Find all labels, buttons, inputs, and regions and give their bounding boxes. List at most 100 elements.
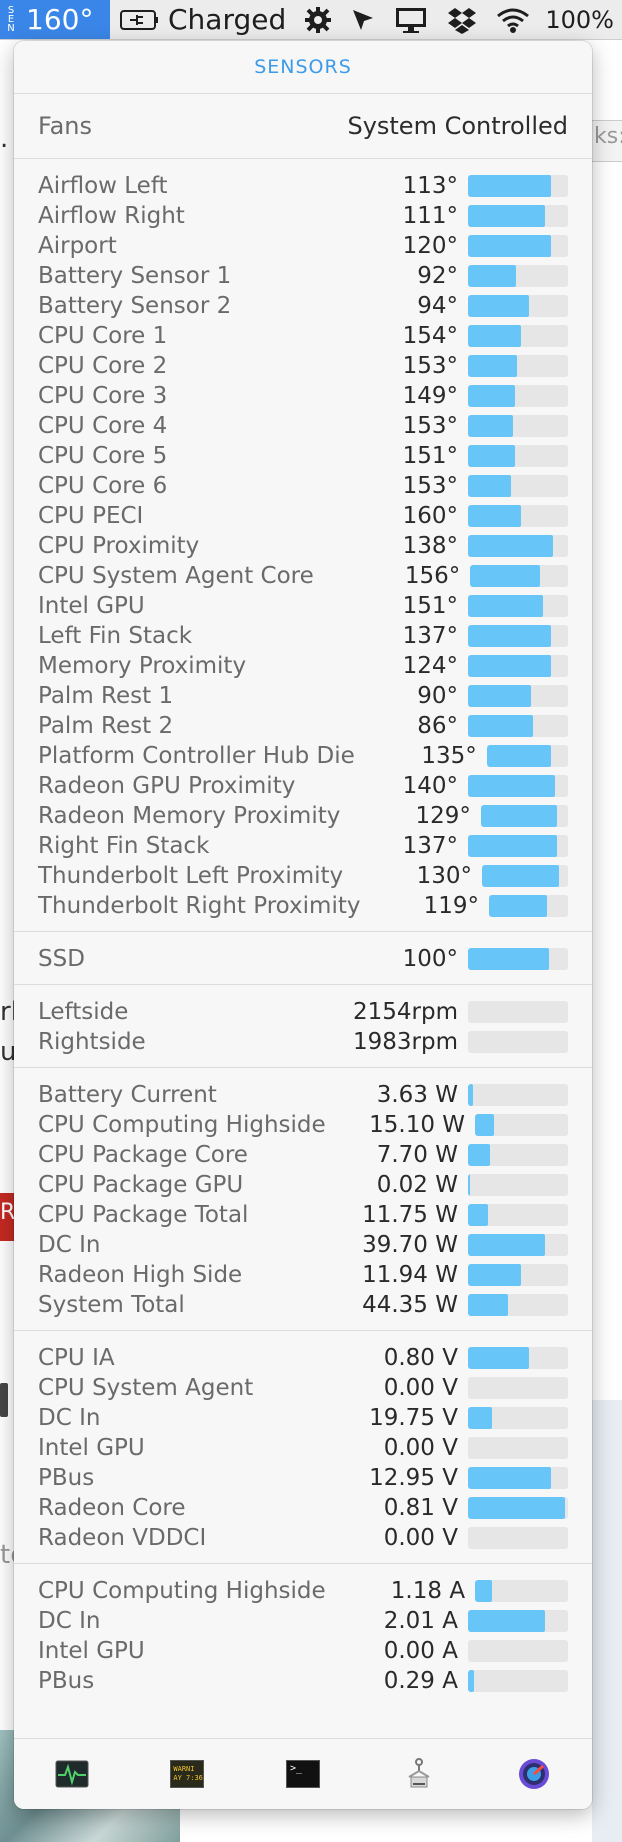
sensor-value: 140° bbox=[402, 773, 458, 799]
sensor-row: DC In 19.75 V bbox=[14, 1403, 592, 1433]
sensor-row: Thunderbolt Right Proximity 119° bbox=[14, 891, 592, 921]
sensor-value: 0.00 A bbox=[383, 1638, 458, 1664]
sensor-value: 130° bbox=[416, 863, 473, 889]
sensor-value: 113° bbox=[402, 173, 458, 199]
sensor-level-bar bbox=[468, 1001, 568, 1023]
display-icon[interactable] bbox=[394, 6, 428, 34]
activity-monitor-icon[interactable] bbox=[53, 1757, 91, 1791]
system-information-icon[interactable] bbox=[400, 1757, 438, 1791]
sensor-level-fill bbox=[486, 745, 551, 767]
sensor-level-bar bbox=[468, 835, 568, 857]
terminal-prompt: >_ bbox=[285, 1760, 320, 1788]
sensor-row: Intel GPU 0.00 A bbox=[14, 1636, 592, 1666]
sensor-row: Intel GPU 151° bbox=[14, 591, 592, 621]
console-icon[interactable]: WARNI AY 7:36 bbox=[168, 1757, 206, 1791]
sensor-label: CPU Proximity bbox=[38, 533, 200, 559]
sensor-label: Intel GPU bbox=[38, 1638, 145, 1664]
sensor-level-bar bbox=[468, 595, 568, 617]
sensor-label: CPU Computing Highside bbox=[38, 1578, 326, 1604]
fan-speed-section: Leftside 2154rpm Rightside 1983rpm bbox=[14, 985, 592, 1067]
dropbox-icon[interactable] bbox=[446, 6, 478, 34]
battery-percent: 100% bbox=[545, 5, 614, 34]
sensor-level-fill bbox=[468, 1407, 492, 1429]
sensor-row: CPU Core 1 154° bbox=[14, 321, 592, 351]
sensor-level-bar bbox=[468, 1234, 568, 1256]
sensor-label: CPU Computing Highside bbox=[38, 1112, 326, 1138]
sensor-level-fill bbox=[468, 205, 545, 227]
sensor-label: Palm Rest 2 bbox=[38, 713, 174, 739]
sensor-value: 11.75 W bbox=[362, 1202, 458, 1228]
sensor-label: Intel GPU bbox=[38, 1435, 145, 1461]
sensor-level-bar bbox=[468, 1084, 568, 1106]
sensor-value: 0.29 A bbox=[383, 1668, 458, 1694]
sensor-value: 153° bbox=[402, 413, 458, 439]
sensor-level-fill bbox=[468, 1294, 508, 1316]
sensor-level-fill bbox=[468, 1610, 545, 1632]
sensor-value: 0.00 V bbox=[383, 1375, 458, 1401]
sensor-value: 39.70 W bbox=[362, 1232, 458, 1258]
sensor-value: 120° bbox=[402, 233, 458, 259]
sensor-value: 90° bbox=[417, 683, 458, 709]
sensor-label: SSD bbox=[38, 946, 85, 972]
sensor-level-fill bbox=[468, 175, 551, 197]
fans-mode-value: System Controlled bbox=[347, 112, 568, 140]
sensor-value: 1.18 A bbox=[390, 1578, 466, 1604]
fans-control-row[interactable]: Fans System Controlled bbox=[14, 94, 592, 158]
sensor-label: Rightside bbox=[38, 1029, 146, 1055]
sensor-label: Battery Sensor 1 bbox=[38, 263, 232, 289]
sensor-row: Right Fin Stack 137° bbox=[14, 831, 592, 861]
sensor-level-bar bbox=[470, 565, 568, 587]
sensor-row: CPU Computing Highside 15.10 W bbox=[14, 1110, 592, 1140]
sensor-level-fill bbox=[468, 415, 513, 437]
panel-title: SENSORS bbox=[254, 56, 352, 78]
sensor-level-bar bbox=[468, 1264, 568, 1286]
sensor-level-fill bbox=[468, 948, 549, 970]
sensor-level-fill bbox=[468, 1497, 565, 1519]
gear-icon[interactable] bbox=[304, 6, 332, 34]
disk-utility-icon[interactable] bbox=[515, 1757, 553, 1791]
sensor-value: 160° bbox=[402, 503, 458, 529]
sensor-level-fill bbox=[468, 295, 529, 317]
sensor-label: CPU Package Core bbox=[38, 1142, 248, 1168]
sensor-level-fill bbox=[468, 1174, 470, 1196]
sensor-level-bar bbox=[468, 1031, 568, 1053]
terminal-icon[interactable]: >_ bbox=[284, 1757, 322, 1791]
sensor-label: Radeon VDDCI bbox=[38, 1525, 207, 1551]
sensor-value: 44.35 W bbox=[362, 1292, 458, 1318]
sensor-row: System Total 44.35 W bbox=[14, 1290, 592, 1320]
sensor-label: CPU PECI bbox=[38, 503, 144, 529]
sensor-label: Left Fin Stack bbox=[38, 623, 193, 649]
sensor-level-fill bbox=[468, 1144, 490, 1166]
sensor-row: Airflow Right 111° bbox=[14, 201, 592, 231]
sensor-level-fill bbox=[468, 715, 533, 737]
sensor-value: 137° bbox=[402, 623, 458, 649]
sensors-menu-extra[interactable]: S E N 160° bbox=[0, 0, 110, 39]
battery-plug-icon bbox=[120, 8, 160, 32]
sensor-level-bar bbox=[468, 625, 568, 647]
sensor-level-bar bbox=[468, 655, 568, 677]
sensor-level-bar bbox=[468, 685, 568, 707]
sensor-level-bar bbox=[468, 775, 568, 797]
sensor-value: 12.95 V bbox=[369, 1465, 458, 1491]
sensor-level-fill bbox=[468, 475, 511, 497]
sensor-level-fill bbox=[475, 1114, 494, 1136]
sensor-value: 0.81 V bbox=[383, 1495, 458, 1521]
battery-status[interactable]: Charged bbox=[120, 3, 286, 36]
sensor-row: Rightside 1983rpm bbox=[14, 1027, 592, 1057]
sensor-level-fill bbox=[482, 865, 559, 887]
cursor-icon[interactable] bbox=[350, 7, 376, 33]
sensor-level-bar bbox=[468, 1347, 568, 1369]
sensor-level-fill bbox=[468, 775, 555, 797]
sensor-level-bar bbox=[468, 1497, 568, 1519]
sensor-row: Airflow Left 113° bbox=[14, 171, 592, 201]
sensor-value: 138° bbox=[402, 533, 458, 559]
sensor-value: 3.63 W bbox=[376, 1082, 458, 1108]
wifi-icon[interactable] bbox=[496, 7, 530, 33]
sensor-value: 0.00 V bbox=[383, 1525, 458, 1551]
background-text-fragment: ks: bbox=[594, 124, 622, 149]
app-badge: S E N bbox=[6, 6, 16, 34]
sensor-level-bar bbox=[468, 715, 568, 737]
sensor-row: Intel GPU 0.00 V bbox=[14, 1433, 592, 1463]
sensor-row: Memory Proximity 124° bbox=[14, 651, 592, 681]
sensor-row: Radeon Memory Proximity 129° bbox=[14, 801, 592, 831]
